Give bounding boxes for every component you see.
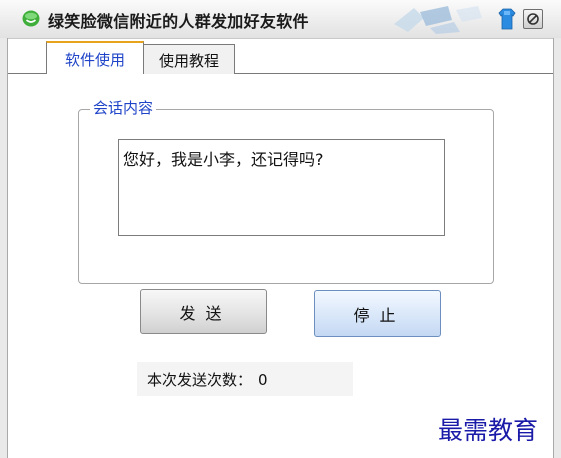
close-icon [527, 13, 539, 25]
skin-shirt-icon[interactable] [497, 7, 517, 31]
windows-flag-art [394, 6, 482, 34]
send-count-display: 本次发送次数： 0 [137, 362, 353, 396]
session-content-legend: 会话内容 [90, 97, 157, 118]
send-button[interactable]: 发送 [140, 289, 267, 334]
window-frame-right [553, 38, 561, 458]
close-button[interactable] [523, 9, 543, 29]
stop-button[interactable]: 停止 [314, 290, 441, 337]
window-title: 绿笑脸微信附近的人群发加好友软件 [48, 12, 309, 31]
send-count-value: 0 [258, 371, 268, 389]
title-bar[interactable]: 绿笑脸微信附近的人群发加好友软件 [0, 0, 561, 39]
send-count-label: 本次发送次数： [147, 371, 253, 389]
smiley-app-icon [22, 10, 40, 27]
watermark-text: 最需教育 [438, 416, 539, 445]
tab-software-use[interactable]: 软件使用 [46, 41, 144, 74]
tab-tutorial[interactable]: 使用教程 [144, 44, 235, 74]
message-input[interactable]: 您好，我是小李，还记得吗? [118, 139, 445, 236]
window-frame-left [0, 38, 8, 458]
